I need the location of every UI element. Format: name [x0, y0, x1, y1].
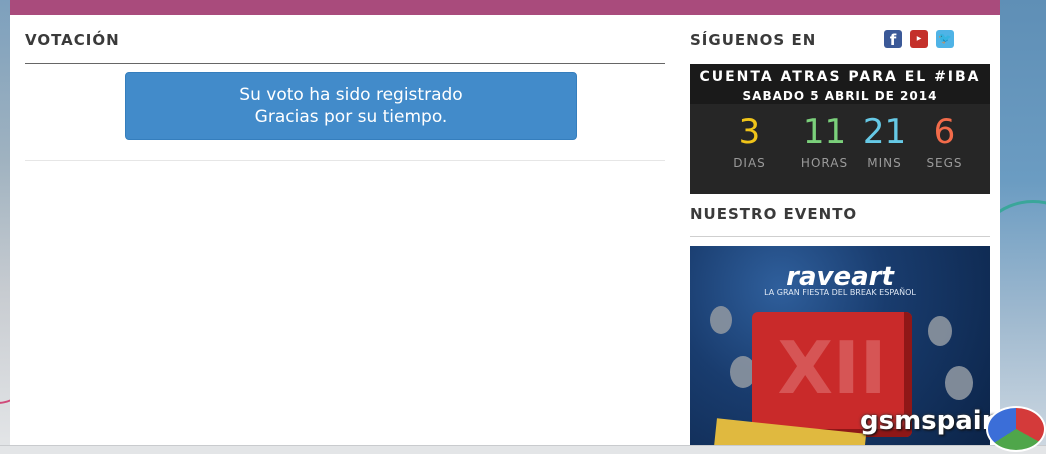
votacion-title: VOTACIÓN: [25, 31, 120, 49]
event-xii-text: XII: [777, 326, 887, 410]
event-divider: [690, 236, 990, 237]
countdown-title: CUENTA ATRAS PARA EL #IBA: [699, 69, 981, 85]
countdown-date: SABADO 5 ABRIL DE 2014: [742, 89, 938, 103]
balloon-decoration: [710, 306, 732, 334]
facebook-icon[interactable]: f: [884, 30, 902, 49]
countdown-secs: 6 SEGS: [907, 108, 982, 170]
countdown-days-label: DIAS: [733, 156, 766, 170]
background-left: [0, 0, 34, 453]
countdown-secs-value: 6: [933, 112, 956, 152]
votacion-divider: [25, 63, 665, 64]
follow-title: SÍGUENOS EN: [690, 31, 817, 49]
countdown-days: 3 DIAS: [712, 108, 787, 170]
countdown-secs-label: SEGS: [926, 156, 963, 170]
balloon-decoration: [945, 366, 973, 400]
vote-message-line2: Gracias por su tiempo.: [254, 107, 448, 127]
countdown-header: CUENTA ATRAS PARA EL #IBA SABADO 5 ABRIL…: [690, 64, 990, 104]
youtube-icon[interactable]: ▶: [910, 30, 928, 48]
top-accent-bar: [10, 0, 1000, 15]
event-title: NUESTRO EVENTO: [690, 205, 858, 223]
gsmspain-watermark: gsmspain: [860, 406, 1001, 436]
vote-message-line1: Su voto ha sido registrado: [239, 85, 463, 105]
background-right: [970, 0, 1046, 453]
event-subtitle: LA GRAN FIESTA DEL BREAK ESPAÑOL: [764, 288, 916, 297]
content-divider: [25, 160, 665, 161]
countdown-widget: CUENTA ATRAS PARA EL #IBA SABADO 5 ABRIL…: [690, 64, 990, 194]
twitter-icon[interactable]: 🐦: [936, 30, 954, 48]
gsmspain-logo-icon: [986, 406, 1046, 452]
balloon-decoration: [928, 316, 952, 346]
page-content: VOTACIÓN Su voto ha sido registrado Grac…: [10, 15, 1000, 453]
vote-confirmation-message: Su voto ha sido registrado Gracias por s…: [125, 72, 577, 140]
countdown-days-value: 3: [738, 112, 761, 152]
